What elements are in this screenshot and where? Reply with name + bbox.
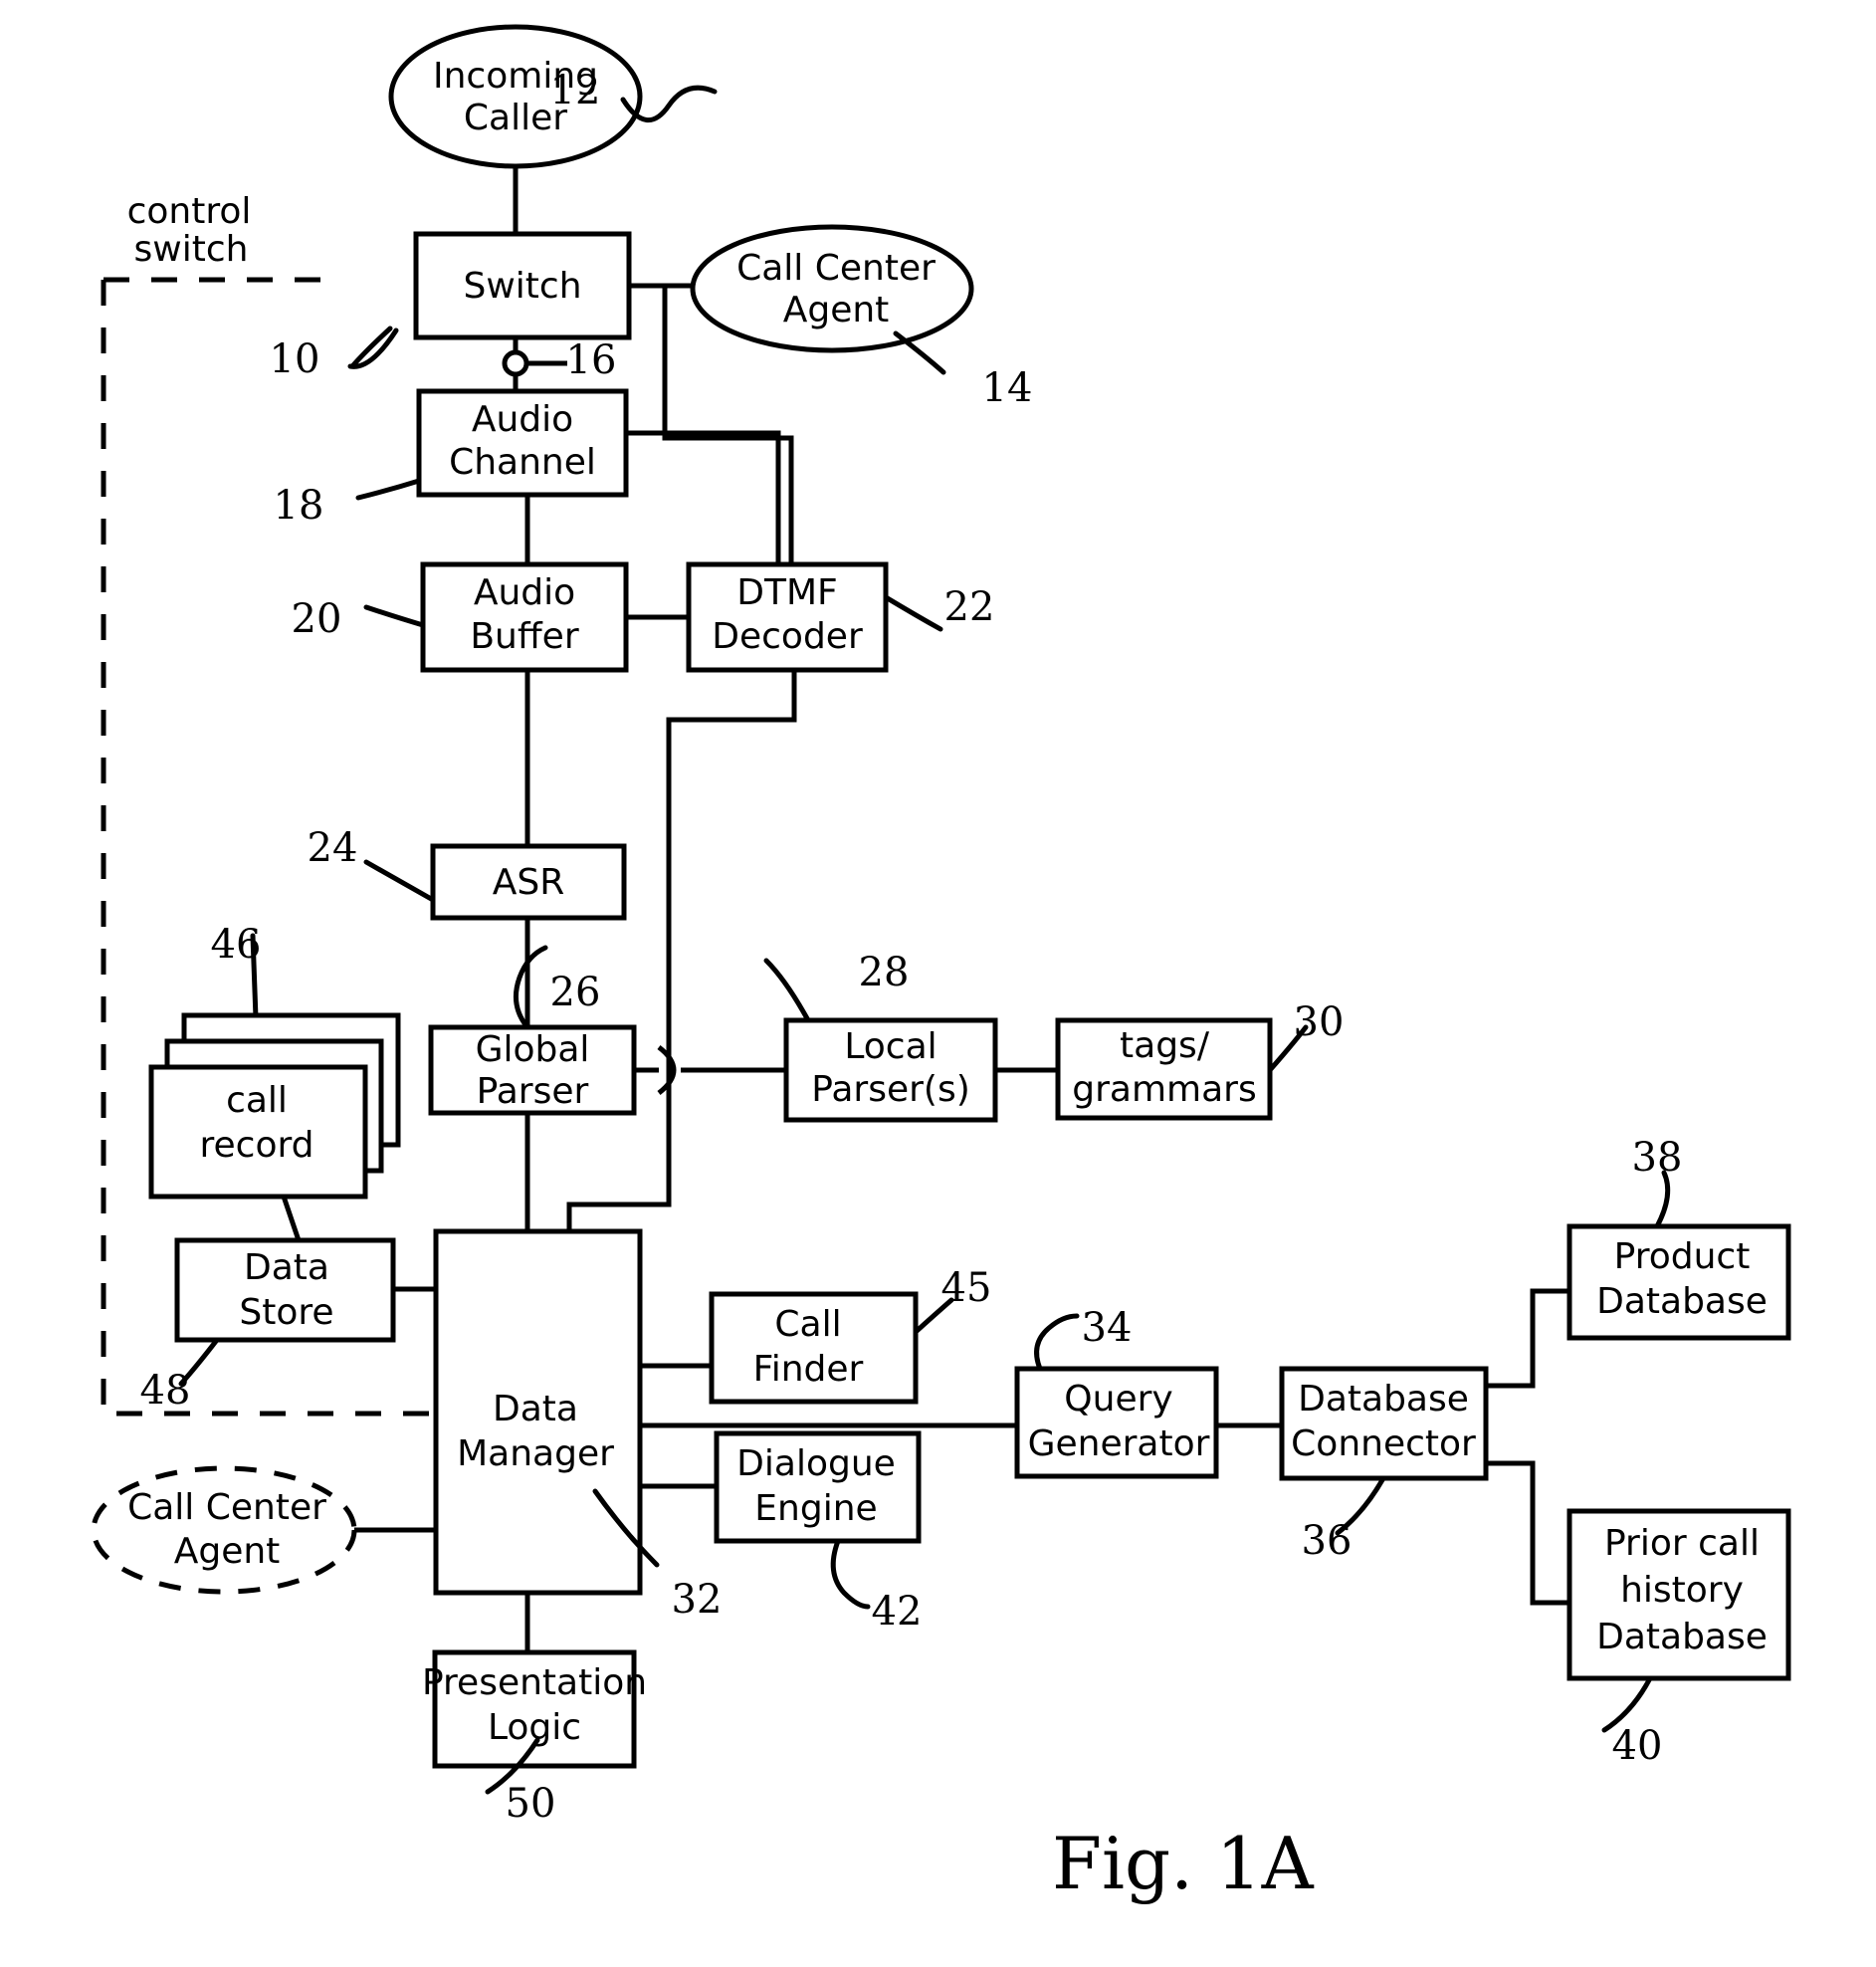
leader-24 [363,859,436,903]
label-audio-channel-1: Audio [472,399,573,440]
ref-30: 30 [1294,999,1345,1045]
label-tags-2: grammars [1072,1069,1256,1110]
label-local-parsers-1: Local [844,1026,937,1067]
label-local-parsers-2: Parser(s) [811,1069,970,1110]
leader-22 [883,594,943,632]
ref-40: 40 [1612,1723,1663,1769]
label-audio-channel-2: Channel [449,442,596,483]
wire-dbconnector-to-productdb [1486,1288,1569,1389]
ref-28: 28 [859,950,910,995]
ref-45: 45 [941,1265,992,1311]
label-dtmf-2: Decoder [712,616,863,657]
ref-22: 22 [944,584,995,630]
label-agent-bottom-1: Call Center [127,1487,326,1528]
ref-10: 10 [270,336,320,382]
patent-figure-sheet: Incoming Caller Switch Call Center Agent… [0,0,1876,1967]
label-global-parser-2: Parser [477,1071,589,1112]
label-audio-buffer-1: Audio [474,572,575,613]
leader-28 [763,958,811,1023]
label-presentation-logic-2: Logic [488,1707,581,1748]
label-data-store-2: Store [239,1292,333,1333]
label-asr: ASR [493,862,565,903]
ref-42: 42 [872,1589,923,1635]
ref-14: 14 [982,365,1033,411]
leader-34 [1034,1313,1080,1372]
leader-26 [513,945,548,1030]
label-switch: Switch [463,266,581,307]
ref-46: 46 [211,922,262,968]
leader-20 [363,604,426,628]
ref-34: 34 [1082,1305,1133,1351]
ref-48: 48 [140,1368,191,1414]
figure-caption: Fig. 1A [1052,1822,1315,1905]
label-product-db-1: Product [1614,1236,1751,1277]
block-diagram: Incoming Caller Switch Call Center Agent… [91,24,1791,1905]
wire-audiochannel-to-dtmf [626,430,781,564]
label-prior-call-db-2: history [1620,1570,1744,1611]
node-incoming-caller[interactable] [388,24,643,169]
leader-42 [830,1538,871,1610]
node-call-center-agent-top[interactable] [690,224,974,353]
ref-20: 20 [292,596,342,642]
label-data-store-1: Data [244,1247,329,1288]
label-control-switch-1: control [127,191,252,232]
label-audio-buffer-2: Buffer [470,616,578,657]
label-call-record-2: record [200,1125,314,1166]
ref-50: 50 [506,1781,556,1827]
label-prior-call-db-1: Prior call [1604,1523,1760,1564]
ref-18: 18 [274,483,324,529]
ref-16: 16 [566,337,617,383]
label-call-record-1: call [226,1080,288,1121]
ref-12: 12 [550,68,601,113]
label-data-manager-1: Data [493,1389,578,1429]
label-global-parser-1: Global [476,1029,590,1070]
label-control-switch-2: switch [134,229,249,270]
label-agent-bottom-2: Agent [174,1531,281,1572]
ref-38: 38 [1632,1135,1683,1181]
label-dialogue-engine-1: Dialogue [736,1443,896,1484]
label-agent-top-1: Call Center [736,248,936,289]
wire-dtmf-to-parser-bus [666,670,797,1071]
label-presentation-logic-1: Presentation [422,1662,647,1703]
label-db-connector-2: Connector [1291,1423,1476,1464]
label-call-finder-2: Finder [753,1349,864,1390]
label-prior-call-db-3: Database [1596,1617,1768,1657]
label-query-generator-2: Generator [1028,1423,1210,1464]
ref-32: 32 [672,1577,723,1623]
label-db-connector-1: Database [1298,1379,1469,1420]
label-dialogue-engine-2: Engine [754,1488,877,1529]
label-agent-top-2: Agent [783,290,890,330]
label-product-db-2: Database [1596,1281,1768,1322]
tap-node-16 [502,349,529,377]
ref-26: 26 [550,970,601,1015]
label-data-manager-2: Manager [457,1433,614,1474]
label-query-generator-1: Query [1064,1379,1172,1420]
ref-36: 36 [1302,1518,1353,1564]
leader-18 [355,478,422,501]
wire-dbconnector-to-priorcalldb [1486,1460,1569,1606]
label-call-finder-1: Call [774,1304,841,1345]
ref-24: 24 [308,825,358,871]
label-tags-1: tags/ [1120,1025,1210,1066]
label-dtmf-1: DTMF [736,572,837,613]
leader-38 [1654,1170,1671,1229]
